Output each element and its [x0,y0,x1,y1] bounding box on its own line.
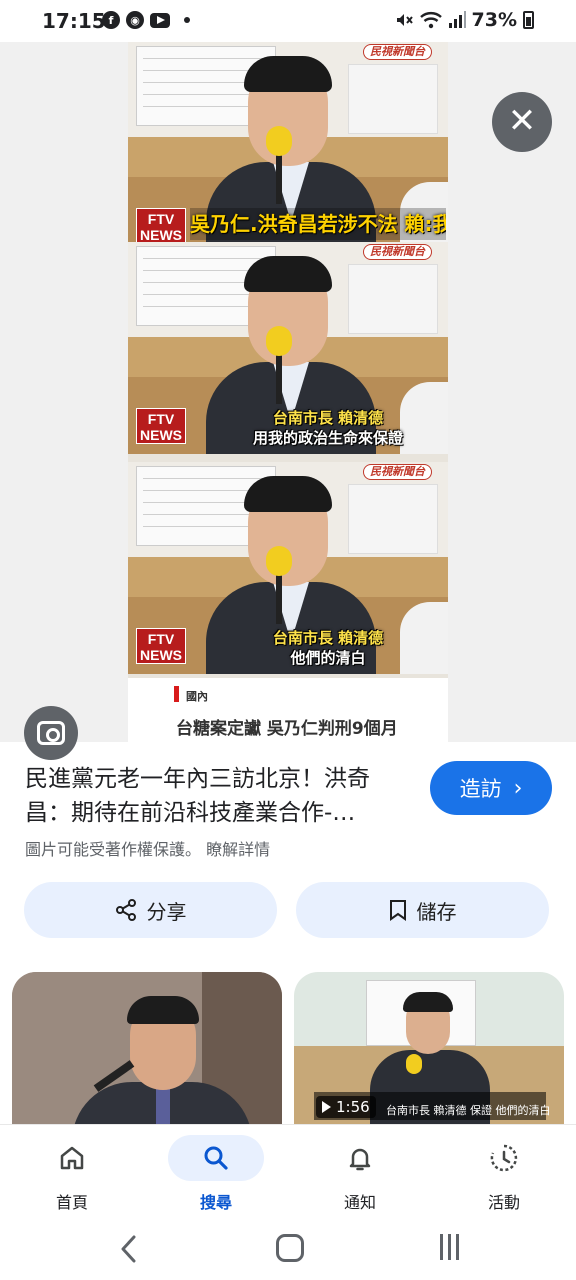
frame2-caption-name: 台南市長 賴清德 [272,409,384,427]
video-caption: 台南市長 賴清德 保證 他們的清白 [386,1104,551,1117]
news-strip: 國內 台糖案定讞 吳乃仁判刑9個月 [128,678,448,742]
save-label: 儲存 [416,899,457,924]
back-icon[interactable] [118,1234,140,1264]
share-icon [115,899,136,921]
frame3-caption-name: 台南市長 賴清德 [272,629,384,647]
nav-search-label: 搜尋 [199,1193,232,1212]
facebook-icon: f [102,11,120,29]
image-frame-3: 民視新聞台 FTV NEWS 台南市長 賴清德 他們的清白 [128,462,448,674]
nav-notifications-label: 通知 [343,1193,376,1212]
activity-icon [490,1144,518,1172]
battery-percentage: 73% [471,9,517,31]
ftv-news-logo: FTV NEWS [136,208,186,244]
copyright-text: 圖片可能受著作權保護。 [25,840,202,859]
nav-home[interactable]: 首頁 [12,1135,132,1213]
nav-notifications[interactable]: 通知 [300,1135,420,1213]
youtube-icon [150,12,170,28]
video-duration: 1:56 [316,1096,376,1118]
image-viewer[interactable]: 民視新聞台 FTV NEWS 吳乃仁.洪奇昌若涉不法 賴:我退政壇 民視新聞台 … [0,42,576,760]
news-category: 國內 [186,690,208,703]
mute-icon [396,14,413,26]
home-icon [60,1146,84,1170]
bell-icon [349,1148,371,1171]
recent-apps-icon[interactable] [440,1234,459,1260]
result-image[interactable]: 民視新聞台 FTV NEWS 吳乃仁.洪奇昌若涉不法 賴:我退政壇 民視新聞台 … [128,42,448,742]
nav-search[interactable]: 搜尋 [156,1135,276,1213]
frame3-caption-quote: 他們的清白 [290,649,366,667]
lens-icon [37,721,65,745]
wifi-icon [419,12,442,29]
system-status: 73% [394,9,534,31]
result-title[interactable]: 民進黨元老一年內三訪北京！洪奇昌：期待在前沿科技產業合作-… [25,762,405,830]
close-icon: ✕ [507,101,537,141]
close-button[interactable]: ✕ [492,92,552,152]
status-bar: 17:15 f ◉ 73% [0,0,576,42]
more-notifications-icon [184,17,190,23]
chevron-right-icon: › [513,775,523,801]
ftv-news-logo: FTV NEWS [136,408,186,444]
save-button[interactable]: 儲存 [296,882,549,938]
search-icon [204,1146,228,1170]
nav-home-label: 首頁 [55,1193,88,1212]
image-frame-1: 民視新聞台 FTV NEWS 吳乃仁.洪奇昌若涉不法 賴:我退政壇 [128,42,448,254]
frame1-caption: 吳乃仁.洪奇昌若涉不法 賴:我退政壇 [190,208,446,240]
bottom-nav: 首頁 搜尋 通知 活動 [0,1124,576,1220]
share-label: 分享 [146,899,187,924]
ftv-news-logo: FTV NEWS [136,628,186,664]
lens-button[interactable] [24,706,78,760]
share-button[interactable]: 分享 [24,882,277,938]
related-video[interactable]: 台南市長 賴清德 保證 他們的清白 1:56 [294,972,564,1126]
nav-activity[interactable]: 活動 [444,1135,564,1213]
status-time: 17:15 [42,9,106,33]
related-image-1[interactable] [12,972,282,1126]
visit-label: 造訪 [459,777,502,801]
learn-more-link[interactable]: 瞭解詳情 [206,840,270,859]
channel-logo: 民視新聞台 [363,244,432,260]
nav-activity-label: 活動 [487,1193,520,1212]
home-button-icon[interactable] [276,1234,304,1262]
bookmark-icon [389,900,406,921]
notification-icons: f ◉ [102,11,190,29]
channel-logo: 民視新聞台 [363,464,432,480]
image-frame-2: 民視新聞台 FTV NEWS 台南市長 賴清德 用我的政治生命來保證 [128,242,448,454]
frame2-caption-quote: 用我的政治生命來保證 [252,429,403,447]
copyright-notice: 圖片可能受著作權保護。 瞭解詳情 [25,836,270,860]
system-nav-bar [0,1220,576,1280]
signal-icon [448,11,466,28]
channel-logo: 民視新聞台 [363,44,432,60]
news-headline: 台糖案定讞 吳乃仁判刑9個月 [176,719,398,739]
visit-button[interactable]: 造訪 › [430,761,552,815]
camera-app-icon: ◉ [126,11,144,29]
battery-icon [523,11,534,29]
